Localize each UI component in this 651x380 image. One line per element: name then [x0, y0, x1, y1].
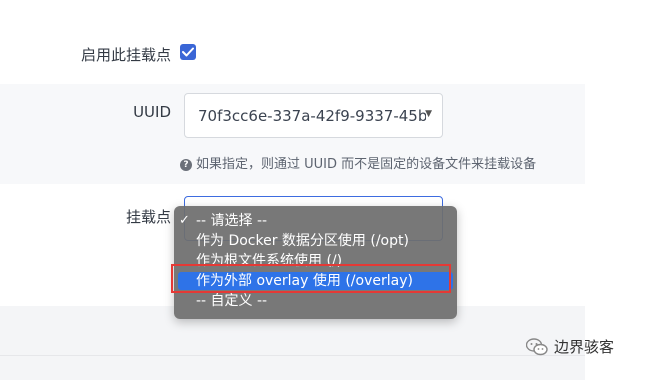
dropdown-option-custom[interactable]: -- 自定义 --	[174, 292, 457, 310]
dropdown-option-label: 作为 Docker 数据分区使用 (/opt)	[196, 233, 409, 249]
mount-point-label: 挂载点	[125, 208, 171, 226]
question-icon: ?	[180, 159, 192, 171]
uuid-label: UUID	[133, 103, 171, 121]
watermark-text: 边界骇客	[554, 338, 615, 356]
dropdown-option-please-select[interactable]: ✓ -- 请选择 --	[174, 212, 457, 230]
watermark: 边界骇客	[525, 336, 615, 360]
enable-mount-checkbox[interactable]	[180, 44, 196, 60]
caret-down-icon: ▼	[425, 109, 432, 119]
wechat-logo-icon	[525, 338, 548, 360]
row-divider	[0, 355, 585, 356]
enable-mount-label: 启用此挂载点	[80, 46, 171, 64]
uuid-select-value: 70f3cc6e-337a-42f9-9337-45b	[198, 107, 426, 125]
red-annotation-box	[171, 264, 451, 293]
checkmark-icon: ✓	[179, 213, 190, 228]
dropdown-option-label: -- 自定义 --	[196, 293, 268, 309]
uuid-hint: ? 如果指定，则通过 UUID 而不是固定的设备文件来挂载设备	[180, 153, 536, 172]
dropdown-option-label: -- 请选择 --	[196, 213, 268, 229]
checkmark-icon	[182, 47, 194, 57]
dropdown-option-docker-opt[interactable]: 作为 Docker 数据分区使用 (/opt)	[174, 232, 457, 250]
mount-point-dropdown-menu[interactable]: ✓ -- 请选择 -- 作为 Docker 数据分区使用 (/opt) 作为根文…	[174, 206, 457, 319]
uuid-select[interactable]: 70f3cc6e-337a-42f9-9337-45b ▼	[184, 93, 443, 138]
uuid-hint-text: 如果指定，则通过 UUID 而不是固定的设备文件来挂载设备	[196, 157, 537, 172]
